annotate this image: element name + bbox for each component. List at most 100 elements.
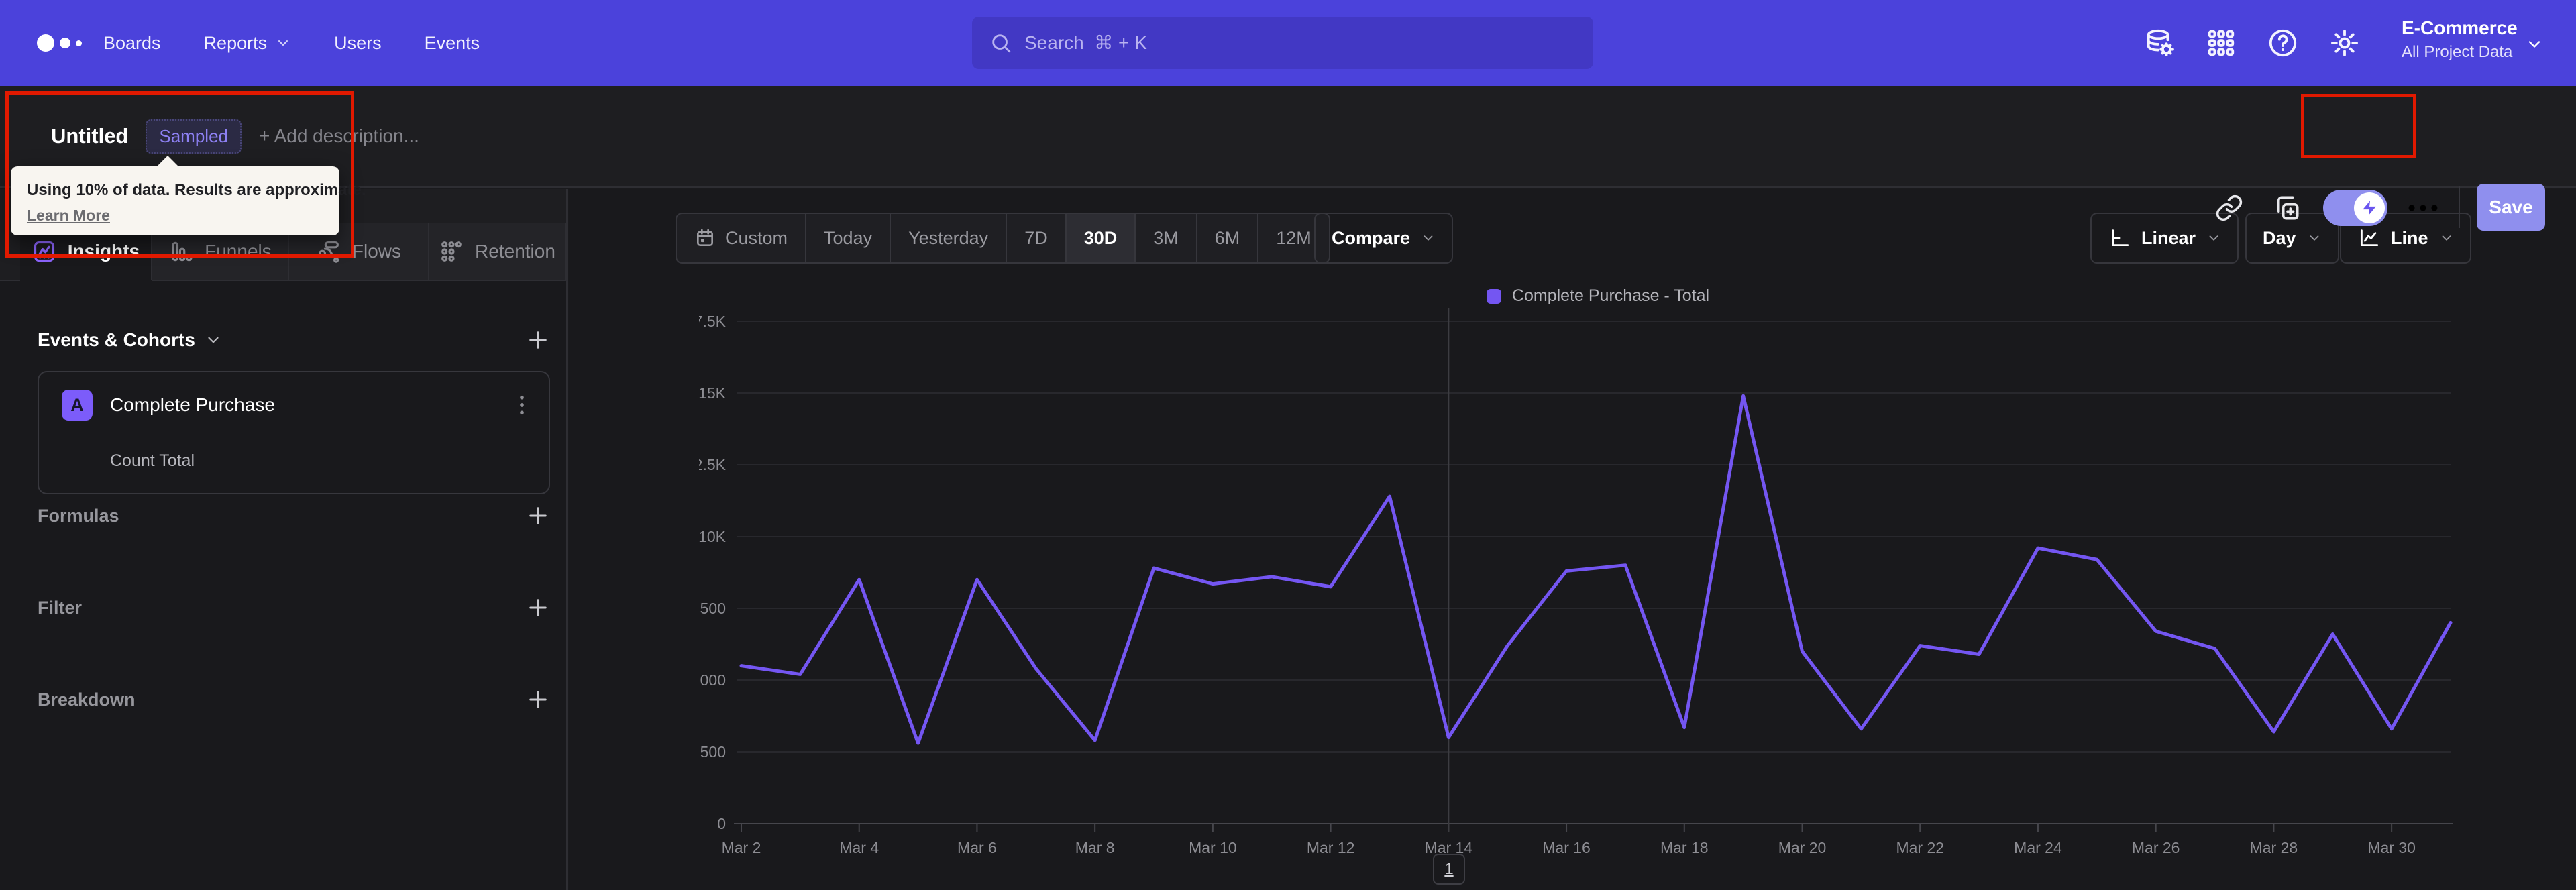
section-label: Formulas xyxy=(38,505,119,526)
report-header-bar: Untitled Sampled + Add description... Sa… xyxy=(0,86,2576,231)
series-line[interactable] xyxy=(739,394,2453,745)
y-tick-label: 0 xyxy=(717,815,726,832)
range-label: Yesterday xyxy=(908,227,989,248)
add-description-button[interactable]: + Add description... xyxy=(259,125,419,147)
line-chart-icon xyxy=(2357,227,2380,249)
line-chart[interactable]: 0 2,500 5,000 7,500 10K 12.5K 15K 17.5K Mar 2 Mar… xyxy=(699,300,2497,890)
y-tick-label: 12.5K xyxy=(699,456,727,474)
section-filter: Filter xyxy=(38,593,550,622)
report-title[interactable]: Untitled xyxy=(51,124,128,148)
sampling-tooltip: Using 10% of data. Results are approxima… xyxy=(11,166,366,235)
save-button[interactable]: Save xyxy=(2477,184,2545,231)
copy-link-icon[interactable] xyxy=(2215,194,2243,222)
range-3m[interactable]: 3M xyxy=(1136,214,1197,262)
nav-link-users[interactable]: Users xyxy=(334,33,382,54)
section-breakdown: Breakdown xyxy=(38,685,550,714)
help-icon[interactable] xyxy=(2267,27,2298,58)
event-card-row: A Complete Purchase xyxy=(62,390,533,421)
chart-type-label: Line xyxy=(2391,227,2428,248)
sampling-toggle[interactable] xyxy=(2323,190,2387,226)
x-tick-label: Mar 22 xyxy=(1896,839,1944,856)
project-subtitle: All Project Data xyxy=(2402,43,2513,61)
chevron-down-icon xyxy=(2525,35,2544,54)
y-tick-label: 15K xyxy=(699,384,727,402)
range-label: 12M xyxy=(1276,227,1311,248)
search-input[interactable] xyxy=(1024,32,1576,54)
nav-links: Boards Reports Users Events xyxy=(103,0,480,86)
y-tick-label: 7,500 xyxy=(699,600,726,617)
x-tick-label: Mar 16 xyxy=(1542,839,1591,856)
axis-scale-icon xyxy=(2108,227,2131,249)
sampled-badge[interactable]: Sampled xyxy=(146,119,241,154)
divider xyxy=(2459,186,2460,228)
nav-link-label: Reports xyxy=(203,32,268,53)
logo-dot-medium xyxy=(60,38,70,48)
nav-link-events[interactable]: Events xyxy=(425,33,480,54)
chevron-down-icon xyxy=(2439,231,2454,245)
y-tick-label: 17.5K xyxy=(699,313,727,330)
chart-pane: Custom Today Yesterday 7D 30D 3M 6M 12M Compare… xyxy=(569,189,2576,890)
tab-retention[interactable]: Retention xyxy=(429,223,566,281)
mixpanel-logo-icon[interactable] xyxy=(37,0,82,86)
settings-gear-icon[interactable] xyxy=(2329,27,2360,58)
event-metric[interactable]: Count Total xyxy=(110,451,195,471)
add-filter-button[interactable] xyxy=(526,596,550,620)
kebab-menu-icon[interactable] xyxy=(511,394,533,416)
flows-icon xyxy=(316,239,341,264)
chevron-down-icon xyxy=(1421,231,1436,245)
funnels-icon xyxy=(168,239,194,264)
add-breakdown-button[interactable] xyxy=(526,687,550,712)
section-label: Filter xyxy=(38,597,83,618)
x-tick-label: Mar 6 xyxy=(957,839,997,856)
range-6m[interactable]: 6M xyxy=(1197,214,1259,262)
nav-link-boards[interactable]: Boards xyxy=(103,33,161,54)
section-label: Breakdown xyxy=(38,689,136,710)
add-formulas-button[interactable] xyxy=(526,504,550,528)
x-tick-label: Mar 30 xyxy=(2367,839,2416,856)
events-cohorts-header: Events & Cohorts xyxy=(38,328,550,352)
retention-icon xyxy=(439,239,464,264)
range-label: Today xyxy=(824,227,873,248)
tooltip-text: Using 10% of data. Results are approxima… xyxy=(27,181,366,199)
nav-icon-group xyxy=(2144,27,2360,58)
range-7d[interactable]: 7D xyxy=(1007,214,1067,262)
range-label: 3M xyxy=(1153,227,1179,248)
tab-label: Funnels xyxy=(205,241,272,262)
pagination-page-1[interactable]: 1 xyxy=(1433,854,1465,885)
tab-label: Insights xyxy=(67,241,140,262)
x-tick-label: Mar 8 xyxy=(1075,839,1115,856)
nav-link-label: Boards xyxy=(103,32,161,53)
search-box[interactable] xyxy=(972,17,1593,69)
add-event-button[interactable] xyxy=(526,328,550,352)
range-label: 6M xyxy=(1214,227,1240,248)
y-tick-label: 2,500 xyxy=(699,743,726,761)
range-30d[interactable]: 30D xyxy=(1066,214,1136,262)
page-number: 1 xyxy=(1444,860,1454,878)
data-settings-icon[interactable] xyxy=(2144,27,2175,58)
chevron-down-icon[interactable] xyxy=(205,331,222,349)
x-tick-label: Mar 4 xyxy=(839,839,879,856)
nav-link-reports[interactable]: Reports xyxy=(204,33,292,54)
add-to-board-icon[interactable] xyxy=(2273,194,2301,222)
apps-grid-icon[interactable] xyxy=(2206,27,2237,58)
date-range-control: Custom Today Yesterday 7D 30D 3M 6M 12M xyxy=(676,213,1330,264)
event-card[interactable]: A Complete Purchase Count Total xyxy=(38,371,550,494)
range-yesterday[interactable]: Yesterday xyxy=(891,214,1008,262)
events-cohorts-label[interactable]: Events & Cohorts xyxy=(38,329,195,351)
query-builder-pane: Events & Cohorts A Complete Purchase Cou… xyxy=(0,281,566,890)
project-switcher[interactable]: E-Commerce All Project Data xyxy=(2402,15,2518,63)
range-label: 7D xyxy=(1024,227,1048,248)
more-options-icon[interactable] xyxy=(2407,199,2439,217)
range-custom[interactable]: Custom xyxy=(677,214,807,262)
chevron-down-icon xyxy=(2307,231,2322,245)
nav-link-label: Events xyxy=(424,32,480,53)
compare-dropdown[interactable]: Compare xyxy=(1314,213,1454,264)
y-tick-label: 5,000 xyxy=(699,671,726,689)
scale-label: Linear xyxy=(2141,227,2196,248)
tab-label: Retention xyxy=(475,241,555,262)
event-name[interactable]: Complete Purchase xyxy=(110,394,275,416)
query-sidebar: Insights Funnels Flows Retention Events & C… xyxy=(0,189,568,890)
learn-more-link[interactable]: Learn More xyxy=(27,207,110,225)
x-tick-label: Mar 18 xyxy=(1660,839,1709,856)
range-today[interactable]: Today xyxy=(806,214,892,262)
